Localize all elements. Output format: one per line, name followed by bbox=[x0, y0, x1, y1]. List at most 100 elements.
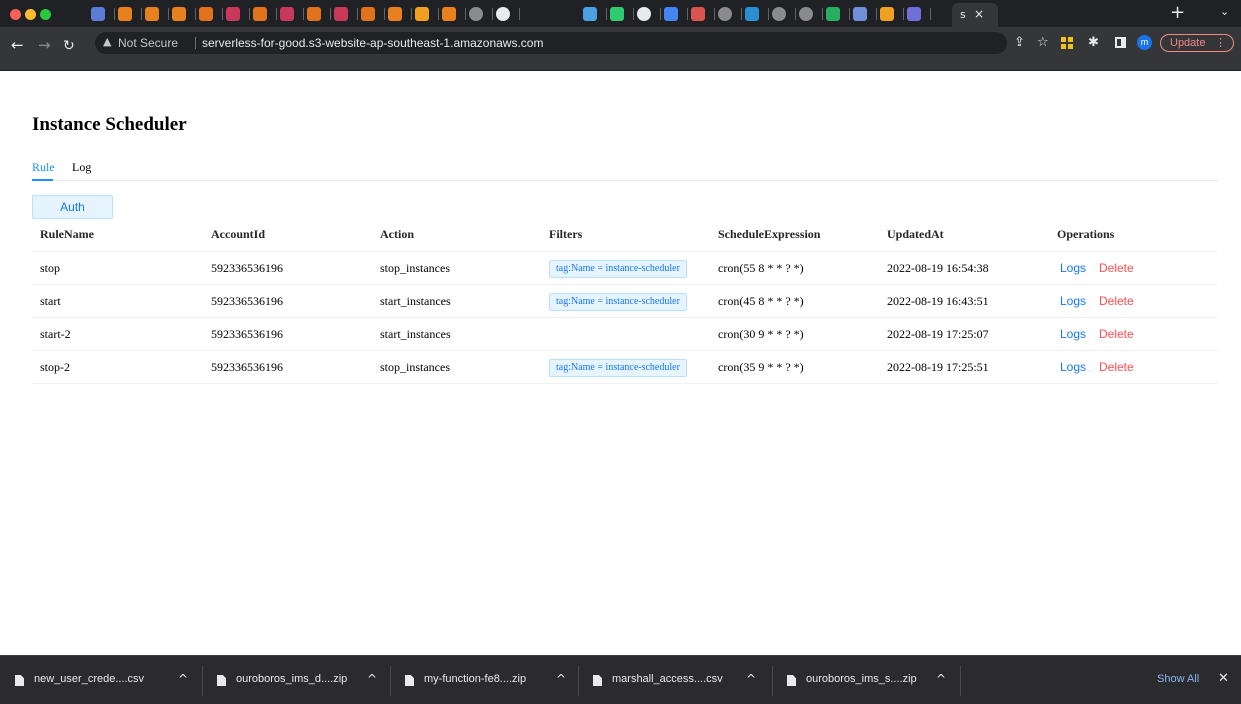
favicon-icon bbox=[496, 7, 510, 21]
browser-tab[interactable] bbox=[796, 4, 823, 24]
tab-close-icon[interactable]: × bbox=[974, 7, 984, 21]
browser-tab[interactable] bbox=[331, 4, 358, 24]
cell-rulename: start-2 bbox=[40, 327, 71, 341]
chevron-up-icon[interactable]: ^ bbox=[367, 672, 377, 686]
cell-accountid: 592336536196 bbox=[211, 294, 283, 308]
download-item[interactable]: my-function-fe8....zip ^ bbox=[390, 656, 578, 704]
cell-rulename: start bbox=[40, 294, 61, 308]
tab-log[interactable]: Log bbox=[72, 160, 91, 175]
close-icon[interactable]: ✕ bbox=[1218, 671, 1229, 686]
browser-tab-strip: s × + ⌄ bbox=[0, 0, 1241, 27]
favicon-icon bbox=[907, 7, 921, 21]
reload-icon[interactable]: ↻ bbox=[63, 39, 75, 53]
forward-arrow-icon[interactable]: → bbox=[38, 38, 51, 53]
favicon-icon bbox=[880, 7, 894, 21]
delete-link[interactable]: Delete bbox=[1099, 252, 1134, 285]
favicon-icon bbox=[664, 7, 678, 21]
browser-tab[interactable] bbox=[742, 4, 769, 24]
download-bar: new_user_crede....csv ^ ouroboros_ims_d.… bbox=[0, 655, 1241, 704]
browser-tab[interactable] bbox=[580, 4, 607, 24]
header-action: Action bbox=[380, 227, 414, 241]
browser-tab-active[interactable]: s × bbox=[952, 3, 998, 27]
bookmark-star-icon[interactable]: ☆ bbox=[1037, 36, 1049, 49]
browser-tab[interactable] bbox=[115, 4, 142, 24]
header-updatedat: UpdatedAt bbox=[887, 227, 944, 241]
chevron-up-icon[interactable]: ^ bbox=[936, 672, 946, 686]
browser-tab[interactable] bbox=[169, 4, 196, 24]
browser-tab[interactable] bbox=[88, 4, 115, 24]
show-all-button[interactable]: Show All bbox=[1157, 673, 1199, 685]
favicon-icon bbox=[91, 7, 105, 21]
browser-tab[interactable] bbox=[634, 4, 661, 24]
extensions-puzzle-icon[interactable]: ✱ bbox=[1088, 36, 1099, 49]
delete-link[interactable]: Delete bbox=[1099, 318, 1134, 351]
browser-tab[interactable] bbox=[439, 4, 466, 24]
browser-tab[interactable] bbox=[223, 4, 250, 24]
extension-grid-icon[interactable] bbox=[1061, 37, 1073, 49]
browser-tab[interactable] bbox=[688, 4, 715, 24]
table-row: stop 592336536196 stop_instances tag:Nam… bbox=[32, 252, 1218, 285]
tab-rule[interactable]: Rule bbox=[32, 160, 55, 175]
favicon-icon bbox=[199, 7, 213, 21]
security-label[interactable]: Not Secure bbox=[118, 36, 178, 50]
table-row: start 592336536196 start_instances tag:N… bbox=[32, 285, 1218, 318]
browser-tab[interactable] bbox=[769, 4, 796, 24]
favicon-icon bbox=[745, 7, 759, 21]
logs-link[interactable]: Logs bbox=[1060, 285, 1086, 318]
delete-link[interactable]: Delete bbox=[1099, 285, 1134, 318]
window-minimize-icon[interactable] bbox=[25, 9, 36, 20]
favicon-icon bbox=[799, 7, 813, 21]
chevron-up-icon[interactable]: ^ bbox=[746, 672, 756, 686]
update-button[interactable]: Update ⋮ bbox=[1160, 34, 1234, 52]
browser-tab[interactable] bbox=[142, 4, 169, 24]
delete-link[interactable]: Delete bbox=[1099, 351, 1134, 384]
window-close-icon[interactable] bbox=[10, 9, 21, 20]
browser-tab[interactable] bbox=[466, 4, 493, 24]
filter-tag: tag:Name = instance-scheduler bbox=[549, 359, 687, 377]
browser-tab[interactable] bbox=[493, 4, 520, 24]
browser-tab[interactable] bbox=[661, 4, 688, 24]
back-arrow-icon[interactable]: ← bbox=[11, 38, 24, 53]
new-tab-icon[interactable]: + bbox=[1170, 2, 1185, 23]
side-panel-icon[interactable] bbox=[1115, 37, 1126, 48]
chevron-up-icon[interactable]: ^ bbox=[178, 672, 188, 686]
browser-tab[interactable] bbox=[358, 4, 385, 24]
auth-button[interactable]: Auth bbox=[32, 195, 113, 219]
favicon-icon bbox=[583, 7, 597, 21]
browser-tab[interactable] bbox=[607, 4, 634, 24]
download-item[interactable]: marshall_access....csv ^ bbox=[578, 656, 772, 704]
browser-tab[interactable] bbox=[412, 4, 439, 24]
browser-tab[interactable] bbox=[196, 4, 223, 24]
address-bar[interactable]: ▲ Not Secure serverless-for-good.s3-webs… bbox=[95, 32, 1007, 54]
download-item[interactable]: ouroboros_ims_s....zip ^ bbox=[772, 656, 960, 704]
page-title: Instance Scheduler bbox=[32, 114, 187, 135]
logs-link[interactable]: Logs bbox=[1060, 318, 1086, 351]
favicon-icon bbox=[253, 7, 267, 21]
browser-tab[interactable] bbox=[250, 4, 277, 24]
tab-search-icon[interactable]: ⌄ bbox=[1220, 5, 1229, 18]
browser-tab[interactable] bbox=[277, 4, 304, 24]
browser-tab[interactable] bbox=[850, 4, 877, 24]
favicon-icon bbox=[334, 7, 348, 21]
browser-tab[interactable] bbox=[385, 4, 412, 24]
browser-tab[interactable] bbox=[304, 4, 331, 24]
cell-accountid: 592336536196 bbox=[211, 261, 283, 275]
logs-link[interactable]: Logs bbox=[1060, 351, 1086, 384]
browser-tab[interactable] bbox=[715, 4, 742, 24]
warning-icon[interactable]: ▲ bbox=[103, 35, 111, 48]
download-item[interactable]: new_user_crede....csv ^ bbox=[0, 656, 202, 704]
window-maximize-icon[interactable] bbox=[40, 9, 51, 20]
browser-tab[interactable] bbox=[877, 4, 904, 24]
favicon-icon bbox=[610, 7, 624, 21]
download-item[interactable]: ouroboros_ims_d....zip ^ bbox=[202, 656, 390, 704]
cell-updatedat: 2022-08-19 17:25:07 bbox=[887, 327, 989, 341]
profile-avatar[interactable]: m bbox=[1137, 35, 1152, 50]
logs-link[interactable]: Logs bbox=[1060, 252, 1086, 285]
share-icon[interactable]: ⇪ bbox=[1014, 36, 1025, 49]
url-text[interactable]: serverless-for-good.s3-website-ap-southe… bbox=[202, 36, 543, 50]
favicon-icon bbox=[280, 7, 294, 21]
browser-tab[interactable] bbox=[904, 4, 931, 24]
download-filename: ouroboros_ims_d....zip bbox=[236, 673, 348, 685]
browser-tab[interactable] bbox=[823, 4, 850, 24]
chevron-up-icon[interactable]: ^ bbox=[556, 672, 566, 686]
